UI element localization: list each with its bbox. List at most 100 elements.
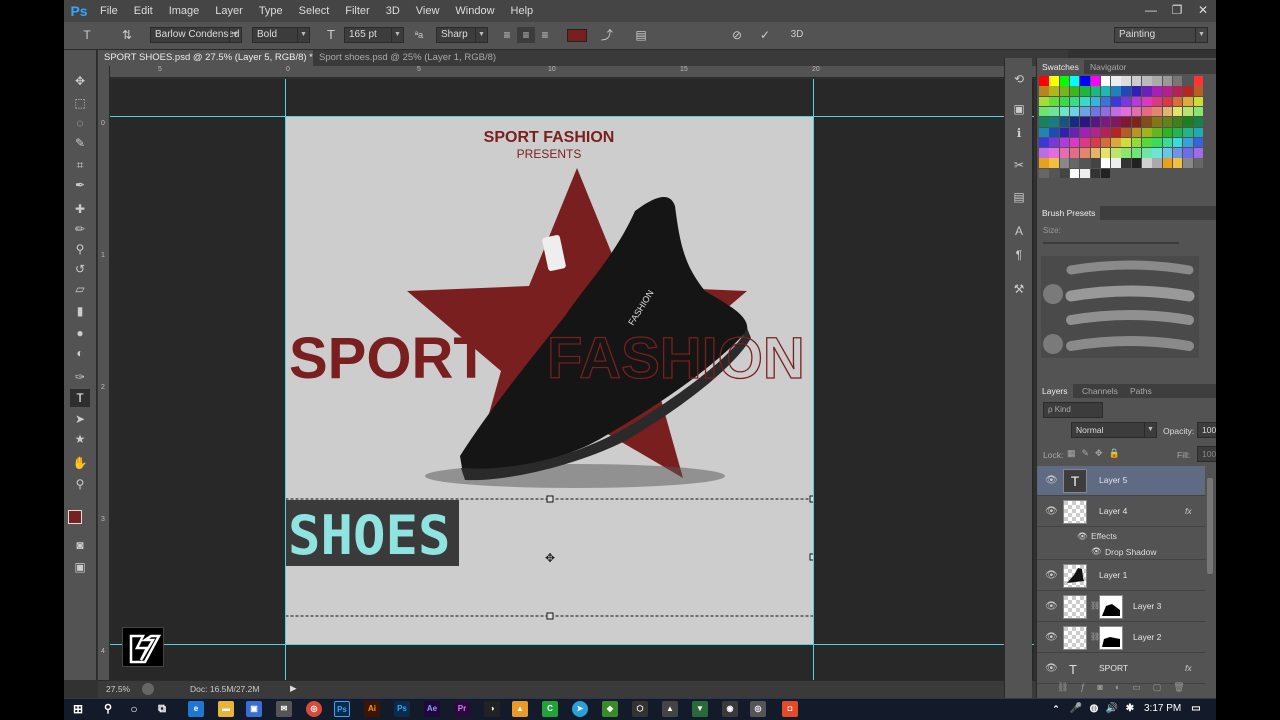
- swatch[interactable]: [1121, 86, 1131, 96]
- swatch[interactable]: [1152, 127, 1162, 137]
- swatch[interactable]: [1080, 117, 1090, 127]
- swatch[interactable]: [1142, 76, 1152, 86]
- lock-icons[interactable]: ▦✎✥🔒: [1067, 448, 1126, 459]
- swatch[interactable]: [1069, 168, 1080, 179]
- swatch[interactable]: [1039, 127, 1049, 137]
- swatch[interactable]: [1090, 158, 1100, 168]
- quick-mask-icon[interactable]: ◙: [70, 536, 90, 554]
- swatch[interactable]: [1142, 158, 1152, 168]
- menu-image[interactable]: Image: [161, 0, 208, 22]
- vertical-ruler[interactable]: 0 1 2 3 4: [98, 66, 110, 680]
- tools-extra-icon[interactable]: ⚒: [1009, 280, 1029, 298]
- zoom-level[interactable]: 27.5%: [106, 684, 130, 694]
- swatch[interactable]: [1172, 137, 1183, 148]
- tab-swatches[interactable]: Swatches: [1037, 60, 1084, 74]
- start-icon[interactable]: ⊞: [70, 701, 86, 717]
- swatch[interactable]: [1142, 127, 1152, 137]
- swatch[interactable]: [1152, 117, 1162, 127]
- swatch[interactable]: [1090, 148, 1100, 158]
- edge-icon[interactable]: e: [188, 701, 204, 717]
- swatch[interactable]: [1069, 86, 1080, 96]
- swatch[interactable]: [1090, 106, 1100, 117]
- swatch[interactable]: [1193, 86, 1203, 96]
- swatch[interactable]: [1039, 106, 1049, 117]
- swatch[interactable]: [1039, 96, 1049, 107]
- swatch[interactable]: [1059, 96, 1070, 107]
- workspace-select[interactable]: Painting ▼: [1114, 27, 1208, 43]
- eraser-tool-icon[interactable]: ▱: [70, 280, 90, 298]
- mask-thumbnail[interactable]: [1099, 626, 1123, 650]
- text-color-swatch[interactable]: [567, 29, 587, 42]
- menu-window[interactable]: Window: [447, 0, 502, 22]
- history-panel-icon[interactable]: ⟲: [1009, 70, 1029, 88]
- dodge-tool-icon[interactable]: ◐: [70, 344, 90, 362]
- tab-brush-presets[interactable]: Brush Presets: [1037, 206, 1101, 220]
- swatch[interactable]: [1049, 86, 1059, 96]
- swatch[interactable]: [1162, 127, 1173, 137]
- cortana-icon[interactable]: ○: [126, 701, 142, 717]
- app-icon-2[interactable]: ▲: [662, 701, 678, 717]
- swatch[interactable]: [1039, 86, 1049, 96]
- swatch[interactable]: [1142, 117, 1152, 127]
- swatch[interactable]: [1039, 158, 1049, 168]
- store-icon[interactable]: ▣: [246, 701, 262, 717]
- mail-icon[interactable]: ✉: [276, 701, 292, 717]
- swatch[interactable]: [1069, 148, 1080, 158]
- layers-scrollbar[interactable]: [1207, 478, 1213, 574]
- swatch[interactable]: [1059, 148, 1070, 158]
- app-icon-3[interactable]: ▼: [692, 701, 708, 717]
- quick-select-tool-icon[interactable]: ✎: [70, 134, 90, 152]
- foreground-color-icon[interactable]: [68, 510, 82, 524]
- swatch[interactable]: [1121, 96, 1131, 107]
- swatch[interactable]: [1039, 168, 1049, 179]
- font-size-select[interactable]: 165 pt ▼: [344, 27, 404, 43]
- swatch[interactable]: [1049, 168, 1059, 179]
- swatch[interactable]: [1049, 148, 1059, 158]
- screen-mode-icon[interactable]: ▣: [70, 558, 90, 576]
- swatch[interactable]: [1183, 148, 1193, 158]
- swatch[interactable]: [1059, 106, 1070, 117]
- swatch[interactable]: [1080, 106, 1090, 117]
- eyedropper-tool-icon[interactable]: ✒: [70, 176, 90, 194]
- character-panel-icon[interactable]: ▤: [632, 27, 650, 43]
- swatch[interactable]: [1039, 148, 1049, 158]
- menu-layer[interactable]: Layer: [207, 0, 251, 22]
- swatch[interactable]: [1121, 137, 1131, 148]
- swatch[interactable]: [1080, 76, 1090, 86]
- menu-view[interactable]: View: [408, 0, 448, 22]
- visibility-eye-icon[interactable]: 👁: [1045, 632, 1058, 644]
- info-panel-icon[interactable]: ℹ: [1009, 124, 1029, 142]
- swatch[interactable]: [1090, 86, 1100, 96]
- swatch[interactable]: [1100, 158, 1111, 168]
- swatch[interactable]: [1049, 106, 1059, 117]
- swatch[interactable]: [1049, 127, 1059, 137]
- swatch[interactable]: [1100, 168, 1111, 179]
- swatch[interactable]: [1069, 117, 1080, 127]
- layer-row-layer4[interactable]: 👁 Layer 4 fx: [1037, 497, 1205, 527]
- 3d-icon[interactable]: 3D: [788, 27, 806, 43]
- swatch[interactable]: [1183, 158, 1193, 168]
- align-right-icon[interactable]: ≡: [536, 27, 554, 43]
- marquee-tool-icon[interactable]: ⬚: [70, 94, 90, 112]
- swatch[interactable]: [1172, 86, 1183, 96]
- swatch[interactable]: [1080, 137, 1090, 148]
- tab-sport-shoes-active[interactable]: SPORT SHOES.psd @ 27.5% (Layer 5, RGB/8)…: [98, 50, 313, 79]
- pen-tool-icon[interactable]: ✑: [70, 368, 90, 386]
- swatch[interactable]: [1131, 76, 1142, 86]
- visibility-eye-icon[interactable]: 👁: [1045, 663, 1058, 675]
- swatch[interactable]: [1162, 96, 1173, 107]
- swatch[interactable]: [1193, 137, 1203, 148]
- swatch[interactable]: [1142, 148, 1152, 158]
- after-effects-icon[interactable]: Ae: [424, 701, 440, 717]
- swatch[interactable]: [1111, 127, 1121, 137]
- swatch[interactable]: [1142, 96, 1152, 107]
- telegram-icon[interactable]: ➤: [572, 701, 588, 717]
- menu-3d[interactable]: 3D: [378, 0, 408, 22]
- swatch[interactable]: [1131, 148, 1142, 158]
- swatch[interactable]: [1183, 86, 1193, 96]
- swatch[interactable]: [1090, 96, 1100, 107]
- photoshop-taskbar-icon[interactable]: Ps: [334, 701, 350, 717]
- search-icon[interactable]: ⚲: [100, 701, 116, 717]
- illustrator-icon[interactable]: Ai: [364, 701, 380, 717]
- swatch[interactable]: [1152, 106, 1162, 117]
